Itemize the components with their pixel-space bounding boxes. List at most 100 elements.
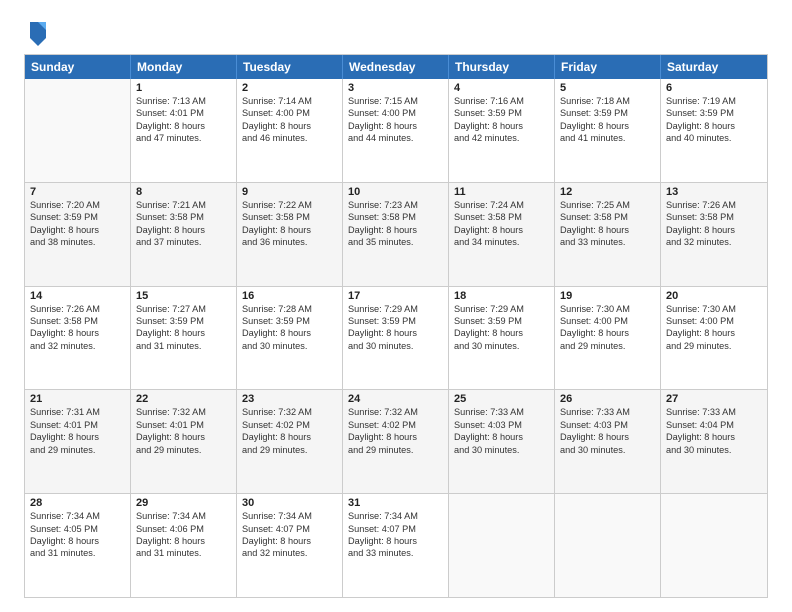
sunrise-line: Sunrise: 7:33 AM — [560, 406, 655, 418]
day-cell-4: 4Sunrise: 7:16 AMSunset: 3:59 PMDaylight… — [449, 79, 555, 182]
daylight-line-2: and 37 minutes. — [136, 236, 231, 248]
daylight-line-1: Daylight: 8 hours — [136, 224, 231, 236]
logo-icon — [26, 18, 50, 46]
daylight-line-1: Daylight: 8 hours — [454, 431, 549, 443]
calendar-body: 1Sunrise: 7:13 AMSunset: 4:01 PMDaylight… — [25, 79, 767, 597]
daylight-line-2: and 35 minutes. — [348, 236, 443, 248]
day-cell-17: 17Sunrise: 7:29 AMSunset: 3:59 PMDayligh… — [343, 287, 449, 390]
day-cell-19: 19Sunrise: 7:30 AMSunset: 4:00 PMDayligh… — [555, 287, 661, 390]
day-cell-29: 29Sunrise: 7:34 AMSunset: 4:06 PMDayligh… — [131, 494, 237, 597]
daylight-line-2: and 31 minutes. — [136, 340, 231, 352]
daylight-line-2: and 31 minutes. — [30, 547, 125, 559]
sunset-line: Sunset: 3:59 PM — [136, 315, 231, 327]
day-number: 11 — [454, 186, 549, 198]
sunset-line: Sunset: 3:59 PM — [454, 107, 549, 119]
daylight-line-1: Daylight: 8 hours — [454, 224, 549, 236]
sunrise-line: Sunrise: 7:34 AM — [30, 510, 125, 522]
daylight-line-2: and 47 minutes. — [136, 132, 231, 144]
day-number: 10 — [348, 186, 443, 198]
sunrise-line: Sunrise: 7:34 AM — [136, 510, 231, 522]
daylight-line-2: and 33 minutes. — [560, 236, 655, 248]
daylight-line-1: Daylight: 8 hours — [666, 224, 762, 236]
daylight-line-2: and 32 minutes. — [30, 340, 125, 352]
day-cell-3: 3Sunrise: 7:15 AMSunset: 4:00 PMDaylight… — [343, 79, 449, 182]
sunrise-line: Sunrise: 7:27 AM — [136, 303, 231, 315]
day-cell-14: 14Sunrise: 7:26 AMSunset: 3:58 PMDayligh… — [25, 287, 131, 390]
weekday-header-saturday: Saturday — [661, 55, 767, 79]
sunset-line: Sunset: 4:07 PM — [348, 523, 443, 535]
daylight-line-1: Daylight: 8 hours — [348, 327, 443, 339]
empty-cell — [449, 494, 555, 597]
daylight-line-2: and 32 minutes. — [666, 236, 762, 248]
daylight-line-1: Daylight: 8 hours — [666, 120, 762, 132]
daylight-line-2: and 46 minutes. — [242, 132, 337, 144]
sunset-line: Sunset: 3:59 PM — [348, 315, 443, 327]
sunrise-line: Sunrise: 7:34 AM — [348, 510, 443, 522]
sunset-line: Sunset: 3:59 PM — [666, 107, 762, 119]
daylight-line-1: Daylight: 8 hours — [136, 431, 231, 443]
sunrise-line: Sunrise: 7:14 AM — [242, 95, 337, 107]
day-number: 9 — [242, 186, 337, 198]
daylight-line-2: and 29 minutes. — [136, 444, 231, 456]
sunrise-line: Sunrise: 7:26 AM — [666, 199, 762, 211]
day-number: 18 — [454, 290, 549, 302]
sunset-line: Sunset: 4:02 PM — [348, 419, 443, 431]
daylight-line-1: Daylight: 8 hours — [348, 224, 443, 236]
day-number: 24 — [348, 393, 443, 405]
day-number: 3 — [348, 82, 443, 94]
day-number: 25 — [454, 393, 549, 405]
calendar: SundayMondayTuesdayWednesdayThursdayFrid… — [24, 54, 768, 598]
daylight-line-2: and 33 minutes. — [348, 547, 443, 559]
daylight-line-1: Daylight: 8 hours — [242, 535, 337, 547]
daylight-line-1: Daylight: 8 hours — [30, 431, 125, 443]
daylight-line-2: and 30 minutes. — [454, 340, 549, 352]
day-number: 29 — [136, 497, 231, 509]
daylight-line-2: and 29 minutes. — [666, 340, 762, 352]
calendar-row-3: 21Sunrise: 7:31 AMSunset: 4:01 PMDayligh… — [25, 389, 767, 493]
sunset-line: Sunset: 3:58 PM — [136, 211, 231, 223]
day-cell-20: 20Sunrise: 7:30 AMSunset: 4:00 PMDayligh… — [661, 287, 767, 390]
sunset-line: Sunset: 4:07 PM — [242, 523, 337, 535]
day-number: 12 — [560, 186, 655, 198]
weekday-header-friday: Friday — [555, 55, 661, 79]
daylight-line-1: Daylight: 8 hours — [454, 120, 549, 132]
daylight-line-2: and 30 minutes. — [560, 444, 655, 456]
daylight-line-1: Daylight: 8 hours — [242, 327, 337, 339]
day-cell-7: 7Sunrise: 7:20 AMSunset: 3:59 PMDaylight… — [25, 183, 131, 286]
day-number: 1 — [136, 82, 231, 94]
daylight-line-1: Daylight: 8 hours — [348, 535, 443, 547]
daylight-line-2: and 30 minutes. — [348, 340, 443, 352]
sunrise-line: Sunrise: 7:15 AM — [348, 95, 443, 107]
sunset-line: Sunset: 4:06 PM — [136, 523, 231, 535]
sunset-line: Sunset: 4:05 PM — [30, 523, 125, 535]
day-cell-13: 13Sunrise: 7:26 AMSunset: 3:58 PMDayligh… — [661, 183, 767, 286]
sunrise-line: Sunrise: 7:32 AM — [136, 406, 231, 418]
empty-cell — [25, 79, 131, 182]
daylight-line-1: Daylight: 8 hours — [136, 120, 231, 132]
sunset-line: Sunset: 4:01 PM — [136, 419, 231, 431]
sunrise-line: Sunrise: 7:28 AM — [242, 303, 337, 315]
sunset-line: Sunset: 3:59 PM — [30, 211, 125, 223]
sunrise-line: Sunrise: 7:16 AM — [454, 95, 549, 107]
daylight-line-1: Daylight: 8 hours — [348, 431, 443, 443]
day-number: 26 — [560, 393, 655, 405]
day-cell-16: 16Sunrise: 7:28 AMSunset: 3:59 PMDayligh… — [237, 287, 343, 390]
sunset-line: Sunset: 3:59 PM — [242, 315, 337, 327]
daylight-line-2: and 40 minutes. — [666, 132, 762, 144]
sunset-line: Sunset: 4:04 PM — [666, 419, 762, 431]
day-cell-2: 2Sunrise: 7:14 AMSunset: 4:00 PMDaylight… — [237, 79, 343, 182]
day-number: 7 — [30, 186, 125, 198]
sunset-line: Sunset: 3:58 PM — [454, 211, 549, 223]
sunrise-line: Sunrise: 7:30 AM — [666, 303, 762, 315]
sunrise-line: Sunrise: 7:30 AM — [560, 303, 655, 315]
daylight-line-1: Daylight: 8 hours — [242, 431, 337, 443]
daylight-line-2: and 34 minutes. — [454, 236, 549, 248]
empty-cell — [555, 494, 661, 597]
day-number: 22 — [136, 393, 231, 405]
day-cell-25: 25Sunrise: 7:33 AMSunset: 4:03 PMDayligh… — [449, 390, 555, 493]
day-cell-11: 11Sunrise: 7:24 AMSunset: 3:58 PMDayligh… — [449, 183, 555, 286]
day-number: 4 — [454, 82, 549, 94]
daylight-line-1: Daylight: 8 hours — [560, 120, 655, 132]
logo — [24, 18, 50, 46]
day-number: 16 — [242, 290, 337, 302]
